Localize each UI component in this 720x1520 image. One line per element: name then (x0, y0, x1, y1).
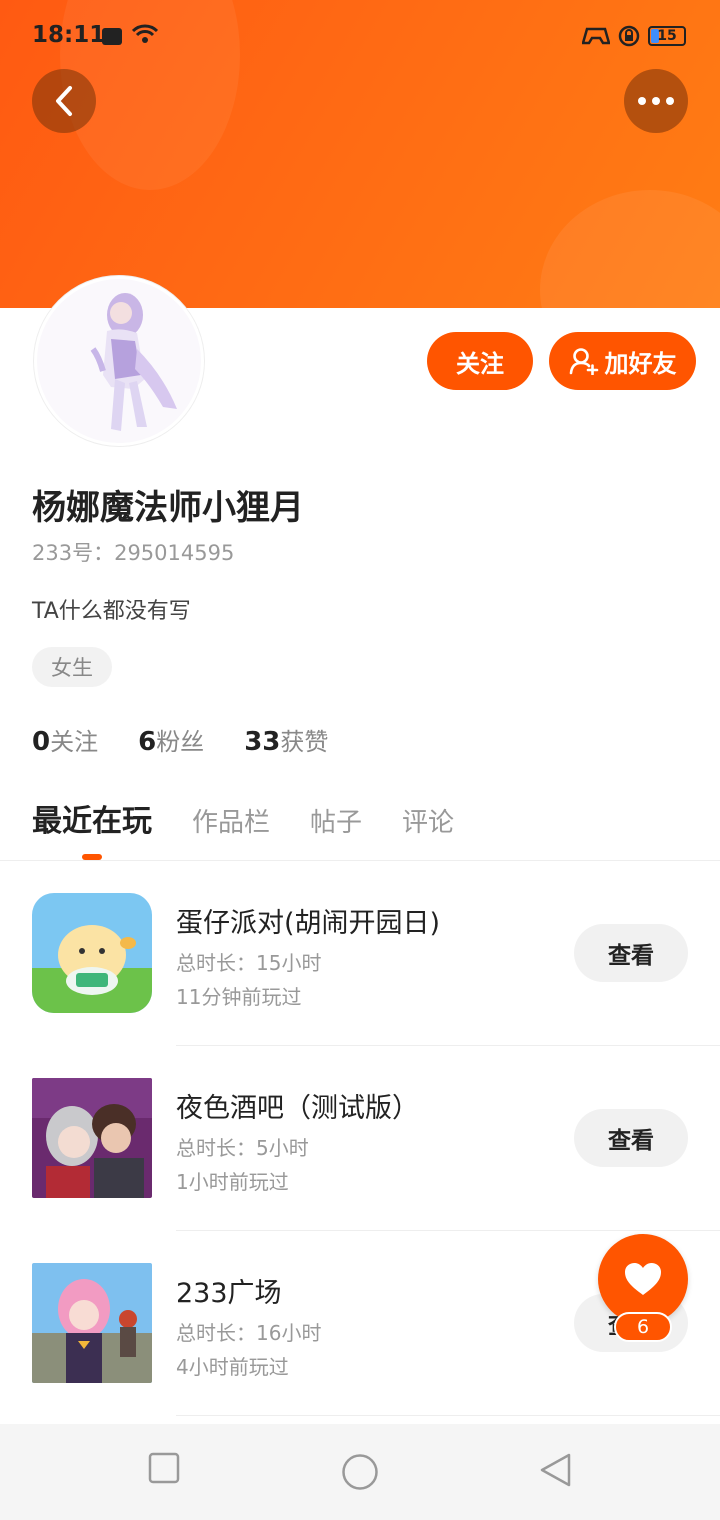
system-navigation-bar (0, 1424, 720, 1520)
stat-followers[interactable]: 6粉丝 (138, 722, 204, 757)
list-item[interactable]: 蛋仔派对(胡闹开园日) 总时长：15小时 11分钟前玩过 查看 (0, 861, 720, 1046)
profile-name: 杨娜魔法师小狸月 (32, 488, 304, 528)
more-icon (638, 97, 674, 105)
status-time: 18:11 (32, 22, 106, 48)
nav-home-icon[interactable] (341, 1453, 379, 1491)
like-button[interactable] (598, 1234, 688, 1324)
game-duration: 总时长：15小时 (176, 951, 322, 975)
game-last-played: 1小时前玩过 (176, 1170, 289, 1194)
more-button[interactable] (624, 69, 688, 133)
back-button[interactable] (32, 69, 96, 133)
rotation-lock-icon (618, 25, 640, 47)
game-thumbnail (32, 1263, 152, 1383)
stat-value: 6 (138, 727, 157, 757)
tab-recently-played[interactable]: 最近在玩 (32, 796, 152, 840)
stat-value: 33 (244, 727, 281, 757)
game-title: 233广场 (176, 1278, 282, 1309)
back-icon (56, 86, 72, 116)
notification-icon (102, 28, 122, 45)
avatar[interactable] (34, 276, 204, 446)
view-button[interactable]: 查看 (574, 924, 688, 982)
tab-works[interactable]: 作品栏 (192, 802, 270, 839)
tab-comments[interactable]: 评论 (402, 802, 454, 839)
stat-likes[interactable]: 33获赞 (244, 722, 328, 757)
nav-back-icon[interactable] (538, 1452, 572, 1488)
game-duration: 总时长：16小时 (176, 1321, 322, 1345)
battery-indicator: 15 (648, 26, 686, 46)
profile-stats: 0关注 6粉丝 33获赞 (32, 722, 328, 757)
gender-tag: 女生 (32, 647, 112, 687)
wifi-icon (132, 24, 158, 43)
like-count-badge: 6 (614, 1312, 672, 1342)
avatar-image (37, 279, 201, 443)
profile-bio: TA什么都没有写 (32, 599, 191, 624)
add-friend-button-label: 加好友 (604, 349, 677, 378)
add-friend-icon (569, 348, 598, 375)
gamepad-icon (582, 27, 610, 45)
game-thumbnail (32, 893, 152, 1013)
view-button-label: 查看 (608, 1128, 654, 1154)
game-duration: 总时长：5小时 (176, 1136, 309, 1160)
follow-button-label: 关注 (456, 349, 504, 378)
stat-label: 粉丝 (156, 728, 205, 756)
profile-id: 233号：295014595 (32, 541, 235, 565)
status-bar: 18:11 15 (0, 0, 720, 72)
game-last-played: 11分钟前玩过 (176, 985, 302, 1009)
game-thumbnail (32, 1078, 152, 1198)
view-button[interactable]: 查看 (574, 1109, 688, 1167)
stat-value: 0 (32, 727, 51, 757)
gender-label: 女生 (51, 656, 93, 680)
stat-following[interactable]: 0关注 (32, 722, 98, 757)
like-count: 6 (636, 1316, 650, 1338)
heart-icon (625, 1263, 661, 1295)
stat-label: 获赞 (280, 728, 329, 756)
banner-decoration (540, 190, 720, 308)
divider (176, 1415, 720, 1416)
game-title: 蛋仔派对(胡闹开园日) (176, 908, 441, 939)
list-item[interactable]: 夜色酒吧（测试版） 总时长：5小时 1小时前玩过 查看 (0, 1046, 720, 1231)
follow-button[interactable]: 关注 (427, 332, 533, 390)
battery-level: 15 (657, 28, 677, 44)
profile-tabs: 最近在玩 作品栏 帖子 评论 (32, 796, 454, 840)
stat-label: 关注 (50, 728, 99, 756)
game-title: 夜色酒吧（测试版） (176, 1093, 419, 1124)
game-last-played: 4小时前玩过 (176, 1355, 289, 1379)
nav-recents-icon[interactable] (148, 1452, 180, 1484)
view-button-label: 查看 (608, 943, 654, 969)
add-friend-button[interactable]: 加好友 (549, 332, 696, 390)
tab-posts[interactable]: 帖子 (310, 802, 362, 839)
